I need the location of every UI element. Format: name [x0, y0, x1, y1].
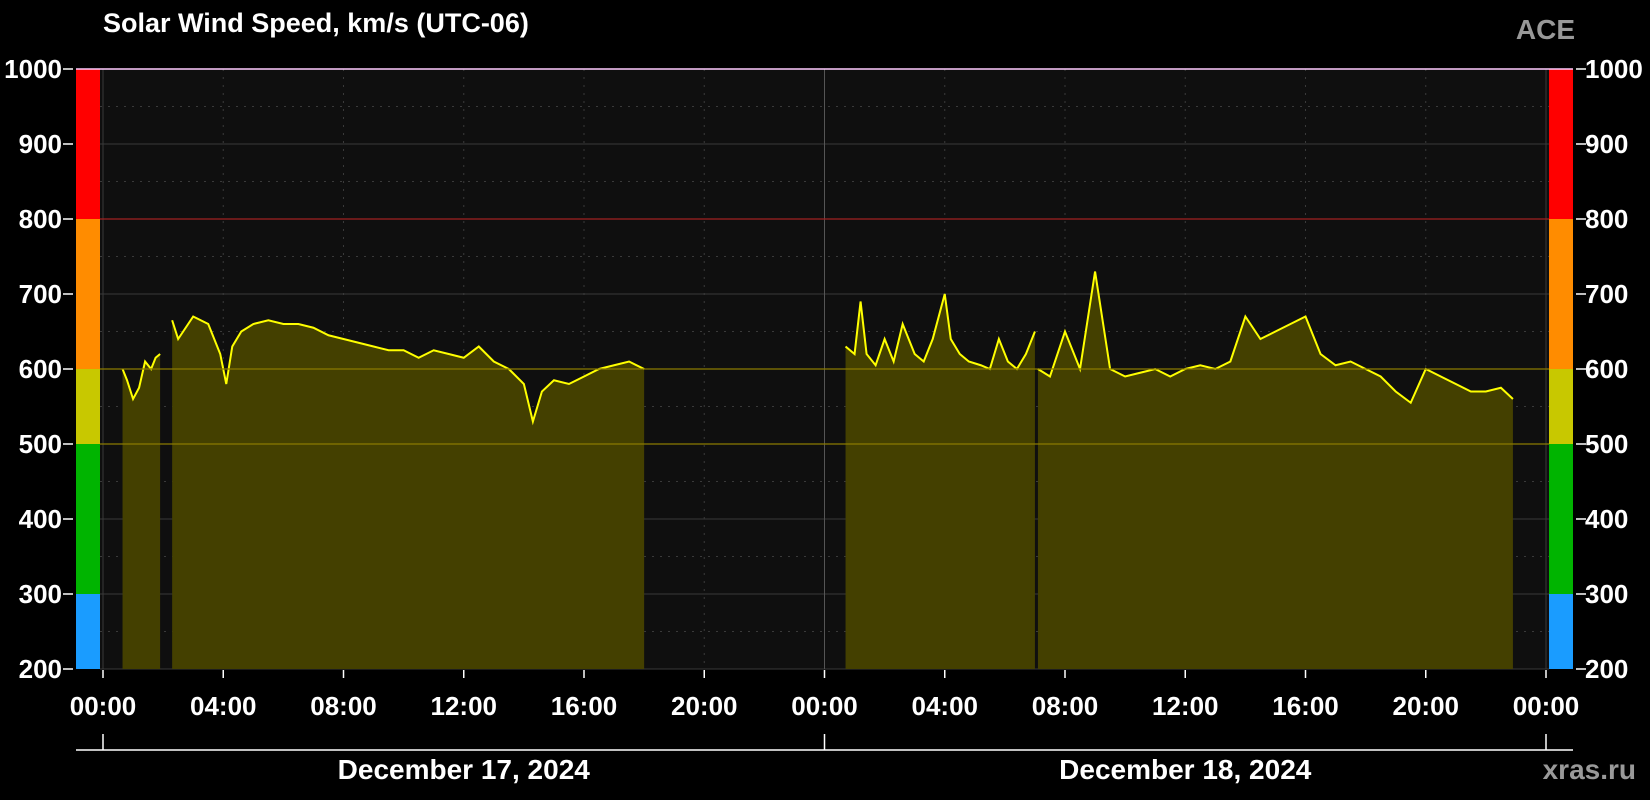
series-area [122, 354, 161, 669]
y-tick-label-right: 500 [1585, 429, 1628, 459]
site-credit: xras.ru [1542, 754, 1636, 785]
y-tick-label-left: 500 [19, 429, 62, 459]
speed-band-left [76, 69, 100, 219]
x-tick-label: 16:00 [1272, 691, 1339, 721]
speed-band-left [76, 444, 100, 594]
y-tick-label-right: 900 [1585, 129, 1628, 159]
x-tick-label: 20:00 [671, 691, 738, 721]
y-tick-label-left: 700 [19, 279, 62, 309]
y-tick-label-right: 300 [1585, 579, 1628, 609]
source-badge: ACE [1515, 14, 1575, 45]
date-label: December 18, 2024 [1059, 754, 1312, 785]
speed-band-left [76, 219, 100, 369]
speed-band-left [76, 594, 100, 669]
x-tick-label: 04:00 [190, 691, 257, 721]
x-tick-label: 00:00 [70, 691, 137, 721]
y-tick-label-left: 400 [19, 504, 62, 534]
y-tick-label-left: 300 [19, 579, 62, 609]
y-tick-label-left: 1000 [4, 54, 62, 84]
speed-band-right [1549, 594, 1573, 669]
y-tick-label-right: 400 [1585, 504, 1628, 534]
y-tick-label-left: 800 [19, 204, 62, 234]
x-axis-ticks: 00:00 04:00 08:00 12:00 16:00 20:00 00:00 04:00… [70, 670, 1580, 721]
x-tick-label: 00:00 [791, 691, 858, 721]
y-tick-label-left: 600 [19, 354, 62, 384]
x-tick-label: 16:00 [551, 691, 618, 721]
x-tick-label: 00:00 [1513, 691, 1580, 721]
speed-band-right [1549, 369, 1573, 444]
y-tick-label-right: 1000 [1585, 54, 1643, 84]
y-tick-label-right: 200 [1585, 654, 1628, 684]
x-tick-label: 08:00 [1032, 691, 1099, 721]
date-label: December 17, 2024 [338, 754, 591, 785]
y-tick-label-right: 600 [1585, 354, 1628, 384]
speed-band-left [76, 369, 100, 444]
y-tick-label-left: 900 [19, 129, 62, 159]
x-tick-label: 20:00 [1393, 691, 1460, 721]
solar-wind-chart: 200 200 300 300 400 400 500 500 600 600 700 700 800 8… [4, 54, 1643, 785]
y-tick-label-left: 200 [19, 654, 62, 684]
y-tick-label-right: 800 [1585, 204, 1628, 234]
x-tick-label: 12:00 [431, 691, 498, 721]
x-tick-label: 08:00 [310, 691, 377, 721]
x-tick-label: 04:00 [912, 691, 979, 721]
x-tick-label: 12:00 [1152, 691, 1219, 721]
speed-band-right [1549, 444, 1573, 594]
y-tick-label-right: 700 [1585, 279, 1628, 309]
speed-band-right [1549, 69, 1573, 219]
speed-band-right [1549, 219, 1573, 369]
date-axis: December 17, 2024 December 18, 2024 [76, 734, 1573, 785]
chart-title: Solar Wind Speed, km/s (UTC-06) [103, 8, 529, 38]
